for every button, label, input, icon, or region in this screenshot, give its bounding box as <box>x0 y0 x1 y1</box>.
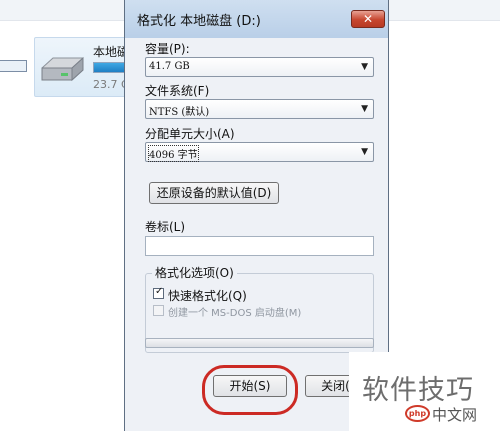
partial-drive-bar <box>0 60 27 72</box>
volume-label: 卷标(L) <box>145 220 186 234</box>
hard-drive-icon <box>41 56 84 82</box>
chevron-down-icon: ▼ <box>361 147 368 157</box>
drive-item-d[interactable]: 本地磁 23.7 G <box>34 37 135 97</box>
format-progress-bar <box>145 338 374 348</box>
capacity-select[interactable]: 41.7 GB ▼ <box>145 57 374 77</box>
close-icon[interactable]: ✕ <box>351 10 385 28</box>
allocation-select[interactable]: 4096 字节 ▼ <box>145 142 374 162</box>
capacity-label: 容量(P): <box>145 42 190 56</box>
watermark-text: 软件技巧 <box>362 375 474 406</box>
allocation-value: 4096 字节 <box>148 145 199 162</box>
capacity-value: 41.7 GB <box>149 61 190 72</box>
dialog-titlebar[interactable]: 格式化 本地磁盘 (D:) ✕ <box>125 0 388 39</box>
msdos-boot-label: 创建一个 MS-DOS 启动盘(M) <box>168 308 302 319</box>
drive-usage-fill <box>94 63 128 72</box>
watermark-site: 中文网 <box>432 406 478 424</box>
php-logo: php <box>405 405 430 422</box>
restore-defaults-button[interactable]: 还原设备的默认值(D) <box>149 182 279 204</box>
quick-format-checkbox[interactable] <box>153 286 164 299</box>
filesystem-select[interactable]: NTFS (默认) ▼ <box>145 99 374 119</box>
chevron-down-icon: ▼ <box>361 104 368 114</box>
filesystem-label: 文件系统(F) <box>145 84 210 98</box>
chevron-down-icon: ▼ <box>361 62 368 72</box>
allocation-label: 分配单元大小(A) <box>145 127 235 141</box>
filesystem-value: NTFS (默认) <box>149 107 210 118</box>
quick-format-label: 快速格式化(Q) <box>168 289 247 303</box>
msdos-boot-checkbox <box>153 305 164 316</box>
dialog-title: 格式化 本地磁盘 (D:) <box>137 14 261 29</box>
format-options-title: 格式化选项(O) <box>152 264 237 281</box>
start-button[interactable]: 开始(S) <box>213 375 287 397</box>
volume-label-input[interactable] <box>145 236 374 256</box>
